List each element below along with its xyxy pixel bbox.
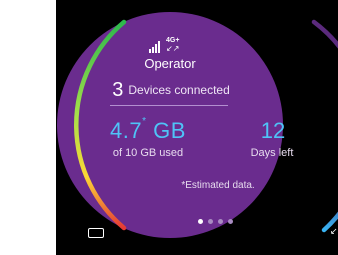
estimate-note: *Estimated data. xyxy=(181,180,255,191)
page-dot[interactable] xyxy=(218,219,223,224)
page-dot[interactable] xyxy=(208,219,213,224)
devices-label: Devices connected xyxy=(128,83,230,97)
operator-name: Operator xyxy=(144,56,196,71)
page-indicator[interactable] xyxy=(198,211,238,229)
estimate-mark: * xyxy=(142,116,147,127)
data-used-value[interactable]: 4.7* GB xyxy=(110,116,186,144)
device-screen xyxy=(56,0,338,255)
gauge-graphics xyxy=(57,12,338,238)
data-used-amount: 4.7 xyxy=(110,118,143,143)
data-activity-icon: ↙↗ xyxy=(166,44,180,53)
data-used-subtitle: of 10 GB used xyxy=(112,147,184,159)
devices-connected[interactable]: 3 Devices connected xyxy=(112,79,230,102)
data-used-unit: GB xyxy=(153,118,186,143)
days-left-label: Days left xyxy=(250,147,294,159)
network-type: 4G+ xyxy=(166,37,180,44)
devices-count: 3 xyxy=(112,79,124,101)
days-left-value[interactable]: 12 xyxy=(261,118,285,144)
page-dot[interactable] xyxy=(228,219,233,224)
page-dot[interactable] xyxy=(198,219,203,224)
days-gauge-arc xyxy=(311,19,338,233)
signal-bars-icon xyxy=(149,40,163,53)
recent-apps-icon[interactable]: ↙ xyxy=(330,226,338,237)
back-button-icon[interactable] xyxy=(88,228,104,238)
divider xyxy=(110,105,228,106)
